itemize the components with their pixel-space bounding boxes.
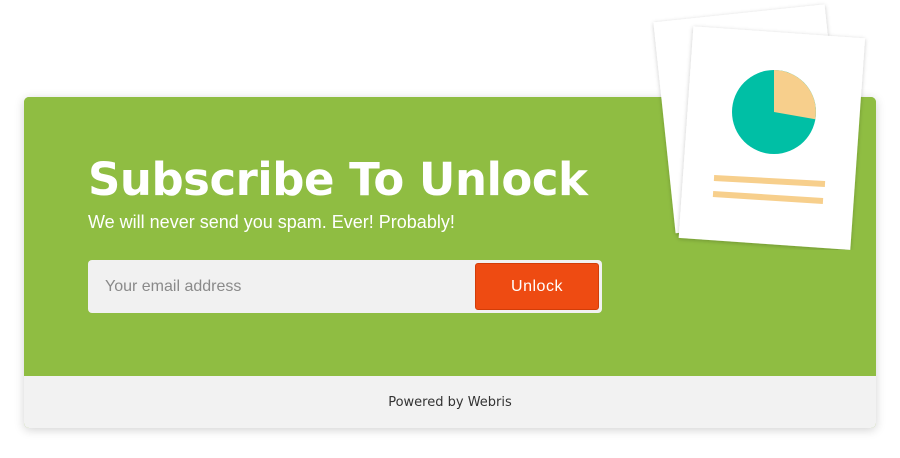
- powered-by-text: Powered by Webris: [388, 394, 512, 410]
- subscribe-subtitle: We will never send you spam. Ever! Proba…: [88, 212, 455, 232]
- subscribe-panel: Subscribe To Unlock We will never send y…: [24, 97, 876, 376]
- subscribe-form: Unlock: [88, 260, 602, 313]
- optin-stage: Subscribe To Unlock We will never send y…: [0, 0, 900, 458]
- subscribe-title: Subscribe To Unlock: [88, 153, 588, 206]
- card-footer: Powered by Webris: [24, 376, 876, 428]
- email-input[interactable]: [88, 260, 474, 313]
- subscribe-card: Subscribe To Unlock We will never send y…: [24, 97, 876, 428]
- unlock-button[interactable]: Unlock: [475, 263, 599, 310]
